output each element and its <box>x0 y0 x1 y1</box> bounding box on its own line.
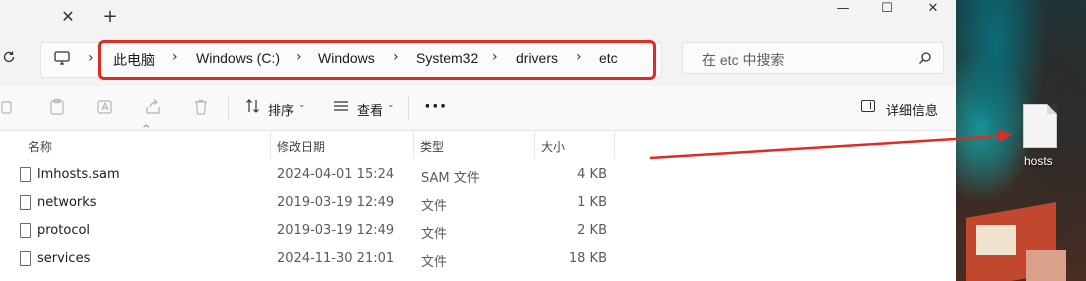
share-icon[interactable] <box>144 98 162 116</box>
chevron-down-icon[interactable]: ⌄ <box>298 100 306 110</box>
toolbar-divider <box>408 95 409 119</box>
file-modified: 2019-03-19 12:49 <box>277 223 395 238</box>
file-size: 1 KB <box>577 195 607 210</box>
file-name[interactable]: lmhosts.sam <box>37 167 120 182</box>
minimize-button[interactable]: — <box>828 0 858 18</box>
column-divider[interactable] <box>413 130 414 158</box>
delete-icon[interactable] <box>192 98 210 116</box>
file-type: SAM 文件 <box>421 171 480 186</box>
file-size: 18 KB <box>568 251 607 266</box>
column-divider[interactable] <box>614 130 615 158</box>
breadcrumb-highlight-annotation <box>98 40 656 80</box>
file-name[interactable]: protocol <box>37 223 90 238</box>
search-input[interactable]: 在 etc 中搜索 <box>702 50 784 70</box>
paste-icon[interactable] <box>48 98 66 116</box>
table-row[interactable]: lmhosts.sam 2024-04-01 15:24 SAM 文件 4 KB <box>0 162 956 190</box>
sort-button[interactable]: 排序 <box>268 100 294 119</box>
close-button[interactable]: ✕ <box>918 0 948 18</box>
file-icon <box>20 223 31 238</box>
file-icon <box>20 251 31 266</box>
copy-icon[interactable] <box>0 98 18 116</box>
details-pane-icon[interactable] <box>861 100 875 112</box>
refresh-icon[interactable] <box>2 50 18 66</box>
column-header-modified[interactable]: 修改日期 <box>277 138 325 155</box>
table-row[interactable]: protocol 2019-03-19 12:49 文件 2 KB <box>0 218 956 246</box>
toolbar-divider <box>228 95 229 119</box>
view-button[interactable]: 查看 <box>357 100 383 119</box>
tab-close-button[interactable]: ✕ <box>60 8 76 26</box>
column-header-size[interactable]: 大小 <box>541 138 565 155</box>
file-modified: 2024-11-30 21:01 <box>277 251 395 266</box>
sort-icon[interactable] <box>244 98 262 116</box>
column-header-name[interactable]: 名称 <box>28 138 52 155</box>
rename-icon[interactable] <box>96 98 114 116</box>
computer-icon[interactable] <box>53 49 71 67</box>
file-type: 文件 <box>421 227 448 242</box>
file-icon <box>20 167 31 182</box>
hosts-file-icon[interactable] <box>1023 104 1057 148</box>
table-row[interactable]: services 2024-11-30 21:01 文件 18 KB <box>0 246 956 274</box>
wallpaper-building <box>1026 250 1066 281</box>
more-options-button[interactable]: ··· <box>424 96 448 117</box>
hosts-file-label[interactable]: hosts <box>1024 154 1053 168</box>
maximize-button[interactable]: ☐ <box>872 0 902 18</box>
view-icon[interactable] <box>332 98 350 116</box>
chevron-down-icon[interactable]: ⌄ <box>387 100 395 110</box>
desktop-wallpaper <box>956 0 1086 281</box>
chevron-right-icon[interactable]: › <box>88 50 94 66</box>
new-tab-button[interactable]: + <box>100 7 120 27</box>
column-header-type[interactable]: 类型 <box>420 138 444 155</box>
file-type: 文件 <box>421 199 448 214</box>
file-name[interactable]: networks <box>37 195 97 210</box>
title-bar <box>0 0 956 36</box>
file-explorer-window: ✕ + — ☐ ✕ › 此电脑 › Windows (C:) › Windows… <box>0 0 956 281</box>
file-name[interactable]: services <box>37 251 90 266</box>
search-icon[interactable] <box>918 50 932 64</box>
details-button[interactable]: 详细信息 <box>886 100 938 119</box>
column-divider[interactable] <box>534 130 535 158</box>
file-modified: 2019-03-19 12:49 <box>277 195 395 210</box>
table-row[interactable]: networks 2019-03-19 12:49 文件 1 KB <box>0 190 956 218</box>
file-size: 2 KB <box>577 223 607 238</box>
sort-ascending-icon: ^ <box>142 124 151 135</box>
file-size: 4 KB <box>577 167 607 182</box>
wallpaper-building <box>976 225 1016 255</box>
file-icon <box>20 195 31 210</box>
file-type: 文件 <box>421 255 448 270</box>
column-divider[interactable] <box>270 130 271 158</box>
file-modified: 2024-04-01 15:24 <box>277 167 395 182</box>
